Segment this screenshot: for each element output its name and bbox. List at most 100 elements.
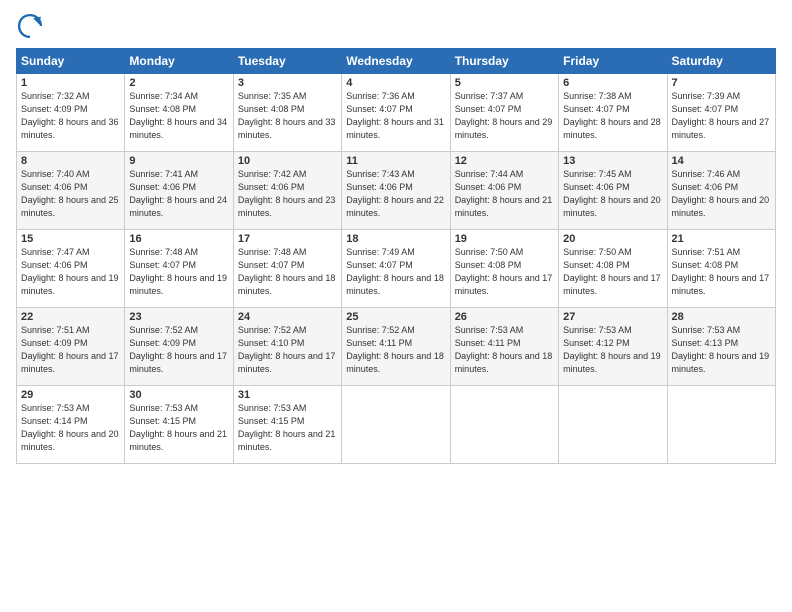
week-row-2: 8 Sunrise: 7:40 AMSunset: 4:06 PMDayligh… [17,152,776,230]
calendar-cell: 24 Sunrise: 7:52 AMSunset: 4:10 PMDaylig… [233,308,341,386]
day-number: 11 [346,155,445,167]
day-info: Sunrise: 7:38 AMSunset: 4:07 PMDaylight:… [563,91,661,140]
day-info: Sunrise: 7:53 AMSunset: 4:11 PMDaylight:… [455,325,553,374]
calendar-cell [559,386,667,464]
logo-icon [16,12,44,40]
weekday-tuesday: Tuesday [233,49,341,74]
day-number: 28 [672,311,771,323]
day-number: 21 [672,233,771,245]
day-info: Sunrise: 7:53 AMSunset: 4:14 PMDaylight:… [21,403,119,452]
weekday-sunday: Sunday [17,49,125,74]
calendar-cell: 6 Sunrise: 7:38 AMSunset: 4:07 PMDayligh… [559,74,667,152]
day-info: Sunrise: 7:52 AMSunset: 4:09 PMDaylight:… [129,325,227,374]
day-number: 16 [129,233,228,245]
day-number: 18 [346,233,445,245]
day-info: Sunrise: 7:53 AMSunset: 4:15 PMDaylight:… [238,403,336,452]
weekday-wednesday: Wednesday [342,49,450,74]
calendar-cell: 25 Sunrise: 7:52 AMSunset: 4:11 PMDaylig… [342,308,450,386]
calendar-cell: 17 Sunrise: 7:48 AMSunset: 4:07 PMDaylig… [233,230,341,308]
day-number: 9 [129,155,228,167]
calendar-cell: 22 Sunrise: 7:51 AMSunset: 4:09 PMDaylig… [17,308,125,386]
calendar-cell: 12 Sunrise: 7:44 AMSunset: 4:06 PMDaylig… [450,152,558,230]
day-info: Sunrise: 7:45 AMSunset: 4:06 PMDaylight:… [563,169,661,218]
day-number: 4 [346,77,445,89]
weekday-friday: Friday [559,49,667,74]
calendar-cell: 26 Sunrise: 7:53 AMSunset: 4:11 PMDaylig… [450,308,558,386]
calendar-cell: 14 Sunrise: 7:46 AMSunset: 4:06 PMDaylig… [667,152,775,230]
day-info: Sunrise: 7:40 AMSunset: 4:06 PMDaylight:… [21,169,119,218]
calendar-cell [450,386,558,464]
day-info: Sunrise: 7:53 AMSunset: 4:12 PMDaylight:… [563,325,661,374]
day-number: 30 [129,389,228,401]
day-number: 23 [129,311,228,323]
day-number: 31 [238,389,337,401]
calendar-cell: 10 Sunrise: 7:42 AMSunset: 4:06 PMDaylig… [233,152,341,230]
calendar-cell: 21 Sunrise: 7:51 AMSunset: 4:08 PMDaylig… [667,230,775,308]
logo [16,12,48,40]
calendar-cell: 9 Sunrise: 7:41 AMSunset: 4:06 PMDayligh… [125,152,233,230]
day-number: 25 [346,311,445,323]
calendar-cell: 18 Sunrise: 7:49 AMSunset: 4:07 PMDaylig… [342,230,450,308]
day-number: 13 [563,155,662,167]
day-info: Sunrise: 7:49 AMSunset: 4:07 PMDaylight:… [346,247,444,296]
header [16,12,776,40]
calendar-cell: 31 Sunrise: 7:53 AMSunset: 4:15 PMDaylig… [233,386,341,464]
calendar-table: SundayMondayTuesdayWednesdayThursdayFrid… [16,48,776,464]
calendar-cell: 11 Sunrise: 7:43 AMSunset: 4:06 PMDaylig… [342,152,450,230]
day-number: 26 [455,311,554,323]
calendar-cell: 2 Sunrise: 7:34 AMSunset: 4:08 PMDayligh… [125,74,233,152]
day-number: 19 [455,233,554,245]
day-info: Sunrise: 7:51 AMSunset: 4:08 PMDaylight:… [672,247,770,296]
calendar-cell [667,386,775,464]
calendar-cell: 7 Sunrise: 7:39 AMSunset: 4:07 PMDayligh… [667,74,775,152]
day-info: Sunrise: 7:48 AMSunset: 4:07 PMDaylight:… [129,247,227,296]
day-number: 22 [21,311,120,323]
calendar-cell: 15 Sunrise: 7:47 AMSunset: 4:06 PMDaylig… [17,230,125,308]
day-info: Sunrise: 7:53 AMSunset: 4:13 PMDaylight:… [672,325,770,374]
calendar-cell: 27 Sunrise: 7:53 AMSunset: 4:12 PMDaylig… [559,308,667,386]
weekday-header-row: SundayMondayTuesdayWednesdayThursdayFrid… [17,49,776,74]
week-row-5: 29 Sunrise: 7:53 AMSunset: 4:14 PMDaylig… [17,386,776,464]
page: SundayMondayTuesdayWednesdayThursdayFrid… [0,0,792,612]
day-info: Sunrise: 7:50 AMSunset: 4:08 PMDaylight:… [563,247,661,296]
day-number: 2 [129,77,228,89]
day-number: 5 [455,77,554,89]
weekday-monday: Monday [125,49,233,74]
calendar-cell: 13 Sunrise: 7:45 AMSunset: 4:06 PMDaylig… [559,152,667,230]
calendar-cell [342,386,450,464]
day-info: Sunrise: 7:53 AMSunset: 4:15 PMDaylight:… [129,403,227,452]
day-info: Sunrise: 7:51 AMSunset: 4:09 PMDaylight:… [21,325,119,374]
calendar-cell: 5 Sunrise: 7:37 AMSunset: 4:07 PMDayligh… [450,74,558,152]
day-number: 6 [563,77,662,89]
day-info: Sunrise: 7:37 AMSunset: 4:07 PMDaylight:… [455,91,553,140]
day-info: Sunrise: 7:50 AMSunset: 4:08 PMDaylight:… [455,247,553,296]
day-info: Sunrise: 7:32 AMSunset: 4:09 PMDaylight:… [21,91,119,140]
day-number: 12 [455,155,554,167]
day-info: Sunrise: 7:35 AMSunset: 4:08 PMDaylight:… [238,91,336,140]
calendar-cell: 1 Sunrise: 7:32 AMSunset: 4:09 PMDayligh… [17,74,125,152]
day-info: Sunrise: 7:43 AMSunset: 4:06 PMDaylight:… [346,169,444,218]
day-info: Sunrise: 7:46 AMSunset: 4:06 PMDaylight:… [672,169,770,218]
weekday-saturday: Saturday [667,49,775,74]
day-number: 8 [21,155,120,167]
calendar-cell: 20 Sunrise: 7:50 AMSunset: 4:08 PMDaylig… [559,230,667,308]
calendar-cell: 8 Sunrise: 7:40 AMSunset: 4:06 PMDayligh… [17,152,125,230]
day-number: 27 [563,311,662,323]
day-info: Sunrise: 7:52 AMSunset: 4:10 PMDaylight:… [238,325,336,374]
calendar-cell: 16 Sunrise: 7:48 AMSunset: 4:07 PMDaylig… [125,230,233,308]
week-row-3: 15 Sunrise: 7:47 AMSunset: 4:06 PMDaylig… [17,230,776,308]
day-number: 17 [238,233,337,245]
week-row-1: 1 Sunrise: 7:32 AMSunset: 4:09 PMDayligh… [17,74,776,152]
weekday-thursday: Thursday [450,49,558,74]
day-info: Sunrise: 7:34 AMSunset: 4:08 PMDaylight:… [129,91,227,140]
day-number: 1 [21,77,120,89]
calendar-cell: 23 Sunrise: 7:52 AMSunset: 4:09 PMDaylig… [125,308,233,386]
day-number: 7 [672,77,771,89]
day-number: 15 [21,233,120,245]
calendar-cell: 3 Sunrise: 7:35 AMSunset: 4:08 PMDayligh… [233,74,341,152]
day-info: Sunrise: 7:48 AMSunset: 4:07 PMDaylight:… [238,247,336,296]
day-info: Sunrise: 7:36 AMSunset: 4:07 PMDaylight:… [346,91,444,140]
day-info: Sunrise: 7:42 AMSunset: 4:06 PMDaylight:… [238,169,336,218]
calendar-cell: 29 Sunrise: 7:53 AMSunset: 4:14 PMDaylig… [17,386,125,464]
day-info: Sunrise: 7:39 AMSunset: 4:07 PMDaylight:… [672,91,770,140]
